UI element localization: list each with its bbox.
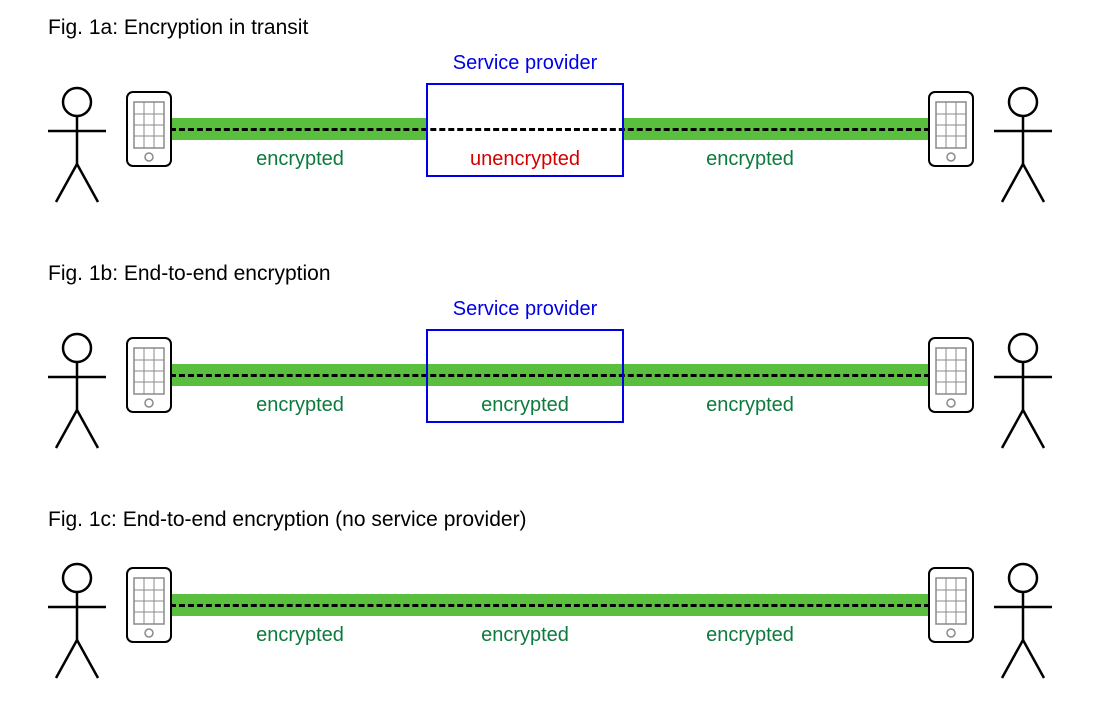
label-service-provider-1a: Service provider xyxy=(425,52,625,75)
phone-left-1a xyxy=(125,90,173,168)
phone-right-1b xyxy=(927,336,975,414)
stick-figure-right-1b xyxy=(988,332,1058,452)
label-left-1a: encrypted xyxy=(225,148,375,171)
phone-right-1a xyxy=(927,90,975,168)
label-right-1a: encrypted xyxy=(675,148,825,171)
stick-figure-right-1a xyxy=(988,86,1058,206)
diagram-page: Fig. 1a: Encryption in transit Service p… xyxy=(0,0,1100,714)
caption-fig-1a: Fig. 1a: Encryption in transit xyxy=(48,16,308,40)
data-line-1c xyxy=(170,604,930,607)
stick-figure-right-1c xyxy=(988,562,1058,682)
label-mid-1c: encrypted xyxy=(450,624,600,647)
label-left-1c: encrypted xyxy=(225,624,375,647)
label-service-provider-1b: Service provider xyxy=(425,298,625,321)
phone-left-1b xyxy=(125,336,173,414)
stick-figure-left-1c xyxy=(42,562,112,682)
phone-left-1c xyxy=(125,566,173,644)
label-mid-1b: encrypted xyxy=(450,394,600,417)
label-right-1c: encrypted xyxy=(675,624,825,647)
label-mid-1a: unencrypted xyxy=(450,148,600,171)
label-left-1b: encrypted xyxy=(225,394,375,417)
label-right-1b: encrypted xyxy=(675,394,825,417)
stick-figure-left-1a xyxy=(42,86,112,206)
phone-right-1c xyxy=(927,566,975,644)
caption-fig-1b: Fig. 1b: End-to-end encryption xyxy=(48,262,331,286)
caption-fig-1c: Fig. 1c: End-to-end encryption (no servi… xyxy=(48,508,527,532)
stick-figure-left-1b xyxy=(42,332,112,452)
